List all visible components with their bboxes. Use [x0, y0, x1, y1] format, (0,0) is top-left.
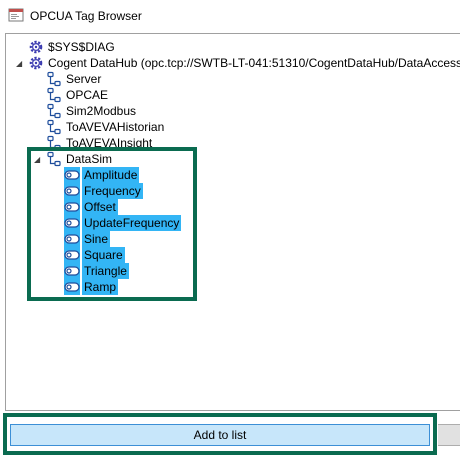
gear-icon	[29, 56, 43, 70]
folder-tree-icon	[47, 71, 61, 87]
tree-node-label: ToAVEVAInsight	[66, 136, 153, 150]
tag-icon	[64, 215, 80, 231]
title-bar: OPCUA Tag Browser	[0, 0, 460, 32]
tree-node-label: DataSim	[66, 152, 113, 166]
tree-node-label: Server	[66, 72, 102, 86]
tree-tag-square[interactable]: Square	[64, 247, 125, 263]
collapse-arrow-icon[interactable]: ◢	[16, 59, 25, 68]
tree-tag-triangle[interactable]: Triangle	[64, 263, 129, 279]
tree-node-label: Sim2Modbus	[66, 104, 137, 118]
tree-node-label: Frequency	[82, 183, 143, 199]
tree-node-label: $SYS$DIAG	[48, 40, 115, 54]
tag-icon	[64, 199, 80, 215]
tree-node-toavevahistorian[interactable]: ToAVEVAHistorian	[46, 119, 166, 135]
tree-node-sys-diag[interactable]: $SYS$DIAG	[28, 39, 117, 55]
tree-node-label: OPCAE	[66, 88, 109, 102]
tree-tag-ramp[interactable]: Ramp	[64, 279, 119, 295]
tree-node-label: UpdateFrequency	[82, 215, 182, 231]
folder-tree-icon	[47, 87, 61, 103]
app-icon	[8, 8, 24, 22]
tree-node-label: ToAVEVAHistorian	[66, 120, 165, 134]
folder-tree-icon	[47, 151, 61, 167]
tree-node-opcae[interactable]: OPCAE	[46, 87, 110, 103]
folder-tree-icon	[47, 135, 61, 151]
add-to-list-button[interactable]: Add to list	[10, 424, 430, 446]
folder-tree-icon	[47, 103, 61, 119]
folder-tree-icon	[47, 119, 61, 135]
window-title: OPCUA Tag Browser	[30, 9, 142, 23]
tag-tree[interactable]: $SYS$DIAG ◢ Cogent DataHub (opc.tcp://SW…	[5, 33, 460, 411]
tree-node-label: Square	[82, 247, 125, 263]
tree-tag-frequency[interactable]: Frequency	[64, 183, 143, 199]
tree-tag-sine[interactable]: Sine	[64, 231, 111, 247]
tag-icon	[64, 231, 80, 247]
tree-tag-offset[interactable]: Offset	[64, 199, 118, 215]
collapse-arrow-icon[interactable]: ◢	[34, 155, 43, 164]
tag-icon	[64, 183, 80, 199]
tree-tag-updatefrequency[interactable]: UpdateFrequency	[64, 215, 182, 231]
tag-icon	[64, 167, 80, 183]
tree-node-label: Offset	[82, 199, 118, 215]
tag-icon	[64, 247, 80, 263]
tree-node-datasim[interactable]: DataSim	[46, 151, 114, 167]
tree-node-label: Triangle	[82, 263, 129, 279]
tree-tag-amplitude[interactable]: Amplitude	[64, 167, 140, 183]
tag-icon	[64, 279, 80, 295]
tree-node-cogent-datahub[interactable]: Cogent DataHub (opc.tcp://SWTB-LT-041:51…	[28, 55, 460, 71]
tree-node-label: Amplitude	[82, 167, 140, 183]
tree-node-toavevainsight[interactable]: ToAVEVAInsight	[46, 135, 154, 151]
tree-node-server[interactable]: Server	[46, 71, 103, 87]
tree-node-label: Cogent DataHub (opc.tcp://SWTB-LT-041:51…	[48, 56, 460, 70]
gear-icon	[29, 40, 43, 54]
tree-node-label: Ramp	[82, 279, 119, 295]
tree-node-sim2modbus[interactable]: Sim2Modbus	[46, 103, 138, 119]
button-strip	[438, 424, 460, 446]
tag-icon	[64, 263, 80, 279]
tree-node-label: Sine	[82, 231, 111, 247]
